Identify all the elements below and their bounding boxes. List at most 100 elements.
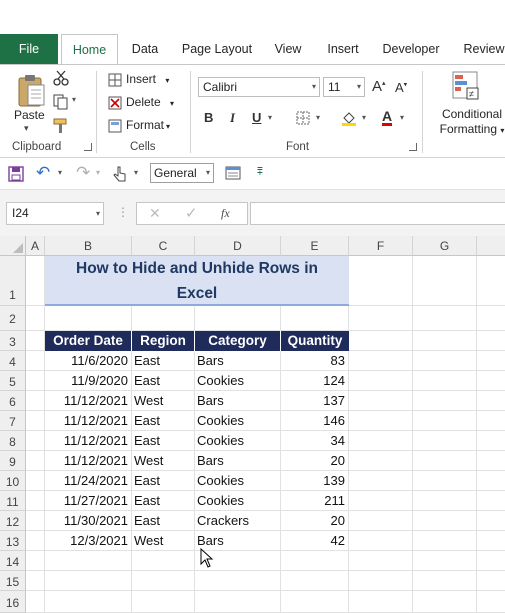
- font-size-select[interactable]: 11 ▾: [323, 77, 365, 97]
- formula-input[interactable]: [250, 202, 505, 225]
- font-name-select[interactable]: Calibri ▾: [198, 77, 320, 97]
- paste-icon[interactable]: [16, 73, 46, 109]
- cell-order-date[interactable]: 11/30/2021: [45, 511, 132, 531]
- cell-region[interactable]: East: [132, 351, 195, 371]
- save-icon[interactable]: [8, 166, 24, 182]
- undo-chevron-icon[interactable]: ▾: [58, 168, 62, 177]
- cell-quantity[interactable]: 34: [281, 431, 349, 451]
- italic-button[interactable]: I: [230, 110, 235, 126]
- cell-category[interactable]: Crackers: [195, 511, 281, 531]
- column-header-g[interactable]: G: [413, 236, 477, 256]
- paste-button[interactable]: Paste: [14, 108, 45, 122]
- cell-quantity[interactable]: 20: [281, 511, 349, 531]
- header-order-date[interactable]: Order Date: [45, 331, 132, 351]
- touch-chevron-icon[interactable]: ▾: [134, 168, 138, 177]
- tab-file[interactable]: File: [0, 34, 58, 64]
- cell-quantity[interactable]: 124: [281, 371, 349, 391]
- tab-developer[interactable]: Developer: [380, 34, 442, 64]
- insert-function-button[interactable]: fx: [221, 206, 230, 221]
- bold-button[interactable]: B: [204, 110, 213, 125]
- select-all-button[interactable]: [0, 236, 26, 256]
- column-header-c[interactable]: C: [132, 236, 195, 256]
- cell-order-date[interactable]: 11/12/2021: [45, 391, 132, 411]
- cell-region[interactable]: West: [132, 451, 195, 471]
- borders-icon[interactable]: [296, 111, 310, 125]
- undo-icon[interactable]: ↶: [36, 163, 50, 183]
- sheet-title[interactable]: How to Hide and Unhide Rows in Excel: [45, 256, 349, 306]
- row-header-12[interactable]: 12: [0, 511, 26, 531]
- column-header-h[interactable]: [477, 236, 505, 256]
- cell-category[interactable]: Cookies: [195, 371, 281, 391]
- header-category[interactable]: Category: [195, 331, 281, 351]
- row-header-7[interactable]: 7: [0, 411, 26, 431]
- column-header-a[interactable]: A: [26, 236, 45, 256]
- cell-category[interactable]: Cookies: [195, 431, 281, 451]
- number-format-select[interactable]: General ▾: [150, 163, 214, 183]
- cell-order-date[interactable]: 11/9/2020: [45, 371, 132, 391]
- cell-order-date[interactable]: 11/12/2021: [45, 431, 132, 451]
- copy-icon[interactable]: [52, 93, 70, 111]
- cell-quantity[interactable]: 146: [281, 411, 349, 431]
- cell-region[interactable]: East: [132, 371, 195, 391]
- cell-category[interactable]: Cookies: [195, 491, 281, 511]
- fill-color-chevron-icon[interactable]: ▾: [362, 113, 366, 122]
- decrease-font-icon[interactable]: A▾: [395, 80, 407, 95]
- fill-color-icon[interactable]: [340, 109, 358, 127]
- font-color-icon[interactable]: A: [382, 109, 393, 126]
- cell-region[interactable]: East: [132, 411, 195, 431]
- header-quantity[interactable]: Quantity: [281, 331, 349, 351]
- header-region[interactable]: Region: [132, 331, 195, 351]
- redo-icon[interactable]: ↷: [76, 163, 90, 183]
- cell-region[interactable]: West: [132, 531, 195, 551]
- paste-chevron-icon[interactable]: ▾: [24, 123, 29, 134]
- row-header-13[interactable]: 13: [0, 531, 26, 551]
- row-header-16[interactable]: 16: [0, 591, 26, 613]
- row-header-8[interactable]: 8: [0, 431, 26, 451]
- cancel-icon[interactable]: ✕: [149, 205, 161, 222]
- row-header-3[interactable]: 3: [0, 331, 26, 351]
- format-cells-button[interactable]: Format ▾: [108, 115, 170, 135]
- cell-category[interactable]: Cookies: [195, 471, 281, 491]
- touch-mode-icon[interactable]: [112, 165, 128, 183]
- column-header-b[interactable]: B: [45, 236, 132, 256]
- row-header-15[interactable]: 15: [0, 571, 26, 591]
- cell-quantity[interactable]: 42: [281, 531, 349, 551]
- cell-quantity[interactable]: 139: [281, 471, 349, 491]
- underline-chevron-icon[interactable]: ▾: [268, 113, 272, 122]
- redo-chevron-icon[interactable]: ▾: [96, 168, 100, 177]
- row-header-11[interactable]: 11: [0, 491, 26, 511]
- tab-review[interactable]: Review: [458, 34, 505, 64]
- cell-quantity[interactable]: 211: [281, 491, 349, 511]
- copy-chevron-icon[interactable]: ▾: [72, 95, 76, 104]
- row-header-5[interactable]: 5: [0, 371, 26, 391]
- cell-quantity[interactable]: 137: [281, 391, 349, 411]
- cell-quantity[interactable]: 83: [281, 351, 349, 371]
- cell-order-date[interactable]: 11/24/2021: [45, 471, 132, 491]
- name-box[interactable]: I24 ▾: [6, 202, 104, 225]
- row-header-9[interactable]: 9: [0, 451, 26, 471]
- row-header-14[interactable]: 14: [0, 551, 26, 571]
- tab-home[interactable]: Home: [61, 34, 118, 65]
- borders-chevron-icon[interactable]: ▾: [316, 113, 320, 122]
- cell-quantity[interactable]: 20: [281, 451, 349, 471]
- insert-cells-button[interactable]: Insert ▾: [108, 69, 169, 89]
- underline-button[interactable]: U: [252, 110, 261, 125]
- conditional-formatting-label-2[interactable]: Formatting ▾: [432, 122, 505, 136]
- cell-region[interactable]: West: [132, 391, 195, 411]
- cell-category[interactable]: Bars: [195, 351, 281, 371]
- cell-category[interactable]: Bars: [195, 451, 281, 471]
- increase-font-icon[interactable]: A▴: [372, 78, 386, 95]
- tab-data[interactable]: Data: [126, 34, 164, 64]
- cell-region[interactable]: East: [132, 431, 195, 451]
- cell-order-date[interactable]: 11/6/2020: [45, 351, 132, 371]
- form-icon[interactable]: [225, 166, 241, 180]
- column-header-e[interactable]: E: [281, 236, 349, 256]
- cell-region[interactable]: East: [132, 471, 195, 491]
- font-color-chevron-icon[interactable]: ▾: [400, 113, 404, 122]
- delete-cells-button[interactable]: Delete ▾: [108, 92, 174, 112]
- cell-category[interactable]: Cookies: [195, 411, 281, 431]
- column-header-f[interactable]: F: [349, 236, 413, 256]
- font-launcher-icon[interactable]: [409, 143, 417, 151]
- format-painter-icon[interactable]: [52, 117, 70, 135]
- cell-region[interactable]: East: [132, 491, 195, 511]
